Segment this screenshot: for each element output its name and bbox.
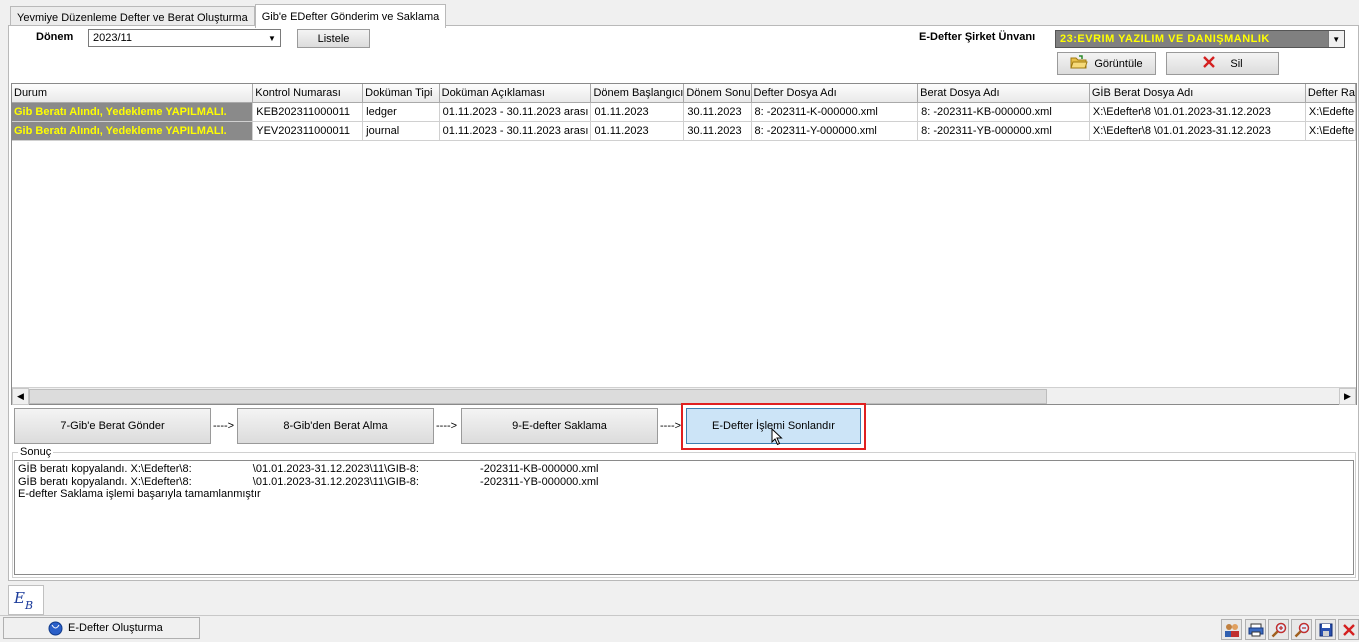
grid-header-row: Durum Kontrol Numarası Doküman Tipi Dokü… bbox=[12, 84, 1356, 103]
view-button-label: Görüntüle bbox=[1094, 57, 1143, 70]
result-label: Sonuç bbox=[18, 446, 54, 458]
table-cell[interactable]: KEB202311000011 bbox=[252, 102, 364, 122]
column-header[interactable]: Doküman Açıklaması bbox=[439, 84, 592, 103]
tab-gib-gonderim[interactable]: Gib'e EDefter Gönderim ve Saklama bbox=[254, 4, 447, 28]
table-cell[interactable]: 30.11.2023 bbox=[683, 121, 752, 141]
company-select[interactable]: 23:EVRIM YAZILIM VE DANIŞMANLIK ▼ bbox=[1055, 30, 1345, 48]
column-header[interactable]: Doküman Tipi bbox=[362, 84, 440, 103]
column-header[interactable]: Durum bbox=[12, 84, 254, 103]
table-cell[interactable]: 8: -202311-K-000000.xml bbox=[751, 102, 919, 122]
table-cell[interactable]: X:\Edefter\8 \01.01.2023-31.12.2023 bbox=[1089, 102, 1306, 122]
table-cell[interactable]: 01.11.2023 - 30.11.2023 arası bbox=[439, 121, 592, 141]
table-cell[interactable]: ledger bbox=[362, 102, 440, 122]
column-header[interactable]: GİB Berat Dosya Adı bbox=[1089, 84, 1306, 103]
close-icon[interactable] bbox=[1338, 619, 1359, 640]
table-cell[interactable]: 01.11.2023 bbox=[590, 102, 685, 122]
records-table: Durum Kontrol Numarası Doküman Tipi Dokü… bbox=[12, 84, 1356, 141]
view-button[interactable]: Görüntüle bbox=[1057, 52, 1156, 75]
table-cell[interactable]: 01.11.2023 - 30.11.2023 arası bbox=[439, 102, 592, 122]
horizontal-scrollbar[interactable]: ◀ ▶ bbox=[12, 387, 1356, 405]
delete-button[interactable]: Sil bbox=[1166, 52, 1279, 75]
app-globe-icon bbox=[48, 621, 63, 639]
company-value: 23:EVRIM YAZILIM VE DANIŞMANLIK bbox=[1060, 33, 1270, 45]
taskbar-app-button[interactable]: E-Defter Oluşturma bbox=[3, 617, 200, 639]
table-cell[interactable]: 8: -202311-YB-000000.xml bbox=[917, 121, 1090, 141]
tab-label: Yevmiye Düzenleme Defter ve Berat Oluştu… bbox=[17, 11, 248, 24]
tab-label: Gib'e EDefter Gönderim ve Saklama bbox=[261, 10, 440, 23]
result-line: GİB beratı kopyalandı. X:\Edefter\8: \01… bbox=[18, 463, 599, 475]
records-grid[interactable]: Durum Kontrol Numarası Doküman Tipi Dokü… bbox=[11, 83, 1357, 405]
column-header[interactable]: Defter Ra bbox=[1305, 84, 1356, 103]
svg-text:B: B bbox=[24, 599, 33, 611]
table-cell[interactable]: 8: -202311-Y-000000.xml bbox=[751, 121, 919, 141]
zoom-in-icon[interactable] bbox=[1268, 619, 1289, 640]
period-select[interactable]: 2023/11 ▼ bbox=[88, 29, 281, 47]
bottom-bar bbox=[0, 584, 1359, 642]
printer-icon[interactable] bbox=[1245, 619, 1266, 640]
table-cell[interactable]: journal bbox=[362, 121, 440, 141]
table-row[interactable]: Gib Beratı Alındı, Yedekleme YAPILMALI. … bbox=[12, 121, 1356, 141]
receive-berat-button[interactable]: 8-Gib'den Berat Alma bbox=[237, 408, 434, 444]
svg-text:E: E bbox=[13, 589, 25, 607]
status-cell[interactable]: Gib Beratı Alındı, Yedekleme YAPILMALI. bbox=[12, 102, 254, 122]
step-arrow: ----> bbox=[660, 420, 682, 432]
table-cell[interactable]: 30.11.2023 bbox=[683, 102, 752, 122]
scrollbar-thumb[interactable] bbox=[29, 389, 1047, 404]
taskbar-divider bbox=[0, 615, 1359, 616]
company-label: E-Defter Şirket Ünvanı bbox=[919, 31, 1036, 43]
result-line: E-defter Saklama işlemi başarıyla tamaml… bbox=[18, 488, 261, 500]
result-line: GİB beratı kopyalandı. X:\Edefter\8: \01… bbox=[18, 475, 599, 488]
period-label: Dönem bbox=[36, 31, 74, 43]
delete-button-label: Sil bbox=[1230, 57, 1243, 70]
folder-open-icon bbox=[1070, 55, 1089, 72]
chevron-down-icon[interactable]: ▼ bbox=[1328, 31, 1344, 47]
result-textbox[interactable]: GİB beratı kopyalandı. X:\Edefter\8: \01… bbox=[14, 460, 1354, 575]
column-header[interactable]: Dönem Başlangıcı bbox=[590, 84, 685, 103]
table-cell[interactable]: 8: -202311-KB-000000.xml bbox=[917, 102, 1090, 122]
table-cell[interactable]: 01.11.2023 bbox=[590, 121, 685, 141]
table-cell[interactable]: X:\Edefter\8 \01.01.2023-31.12.2023 bbox=[1089, 121, 1306, 141]
mouse-cursor-icon bbox=[771, 427, 783, 449]
chevron-down-icon[interactable]: ▼ bbox=[264, 30, 280, 46]
delete-x-icon bbox=[1202, 55, 1216, 72]
column-header[interactable]: Berat Dosya Adı bbox=[917, 84, 1090, 103]
column-header[interactable]: Defter Dosya Adı bbox=[751, 84, 919, 103]
scroll-right-icon[interactable]: ▶ bbox=[1339, 388, 1356, 405]
save-icon[interactable] bbox=[1315, 619, 1336, 640]
table-cell[interactable]: X:\Edefte bbox=[1305, 102, 1356, 122]
step-arrow: ----> bbox=[436, 420, 458, 432]
list-button[interactable]: Listele bbox=[297, 29, 370, 48]
table-cell[interactable]: X:\Edefte bbox=[1305, 121, 1356, 141]
taskbar-app-label: E-Defter Oluşturma bbox=[68, 622, 163, 634]
period-value: 2023/11 bbox=[93, 32, 132, 44]
table-row[interactable]: Gib Beratı Alındı, Yedekleme YAPILMALI. … bbox=[12, 102, 1356, 122]
scroll-left-icon[interactable]: ◀ bbox=[12, 388, 29, 405]
column-header[interactable]: Kontrol Numarası bbox=[252, 84, 364, 103]
users-icon[interactable] bbox=[1221, 619, 1242, 640]
send-berat-button[interactable]: 7-Gib'e Berat Gönder bbox=[14, 408, 211, 444]
eb-logo-icon[interactable]: EB bbox=[8, 585, 44, 615]
zoom-out-icon[interactable] bbox=[1291, 619, 1312, 640]
status-cell[interactable]: Gib Beratı Alındı, Yedekleme YAPILMALI. bbox=[12, 121, 254, 141]
edefter-store-button[interactable]: 9-E-defter Saklama bbox=[461, 408, 658, 444]
tab-strip: Yevmiye Düzenleme Defter ve Berat Oluştu… bbox=[10, 4, 447, 28]
table-cell[interactable]: YEV202311000011 bbox=[252, 121, 364, 141]
column-header[interactable]: Dönem Sonu bbox=[683, 84, 752, 103]
step-arrow: ----> bbox=[213, 420, 235, 432]
